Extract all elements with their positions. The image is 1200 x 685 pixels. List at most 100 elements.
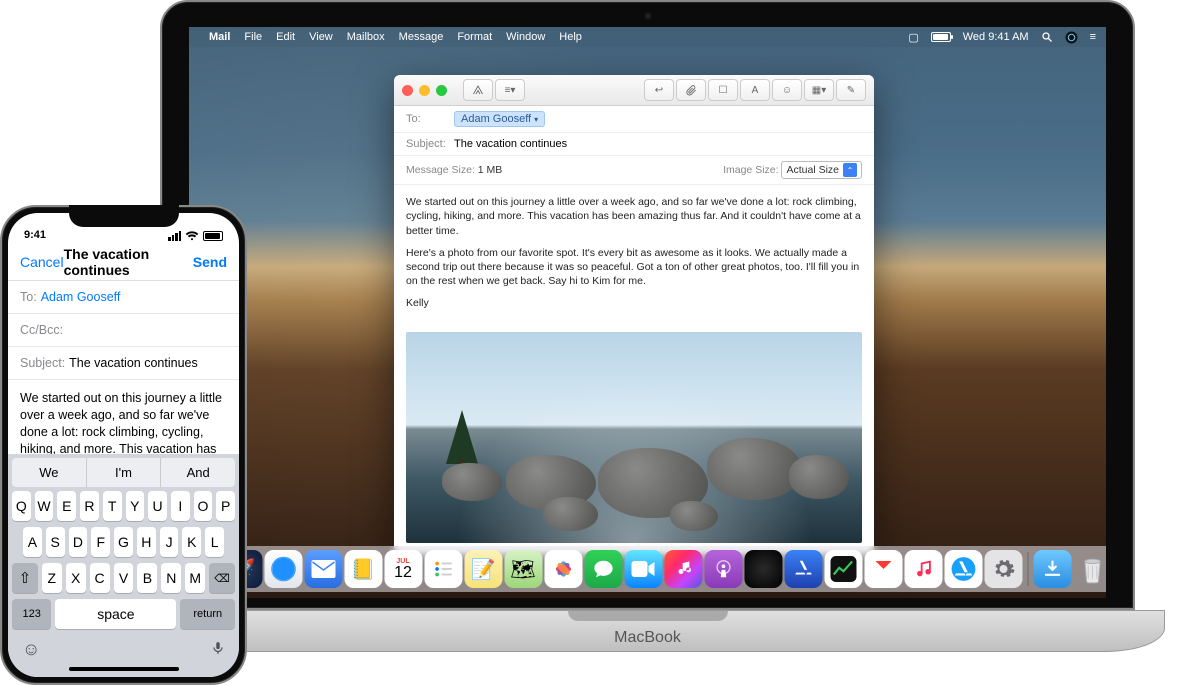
menubar-item[interactable]: Edit [276, 31, 295, 43]
key[interactable]: N [161, 563, 181, 593]
dock-reminders-icon[interactable] [424, 550, 462, 588]
dock-appstore2-icon[interactable] [944, 550, 982, 588]
key[interactable]: P [216, 491, 235, 521]
key[interactable]: I [171, 491, 190, 521]
key[interactable]: T [103, 491, 122, 521]
traffic-light-zoom[interactable] [436, 85, 447, 96]
suggestion[interactable]: We [12, 458, 86, 487]
dock-photos-icon[interactable] [544, 550, 582, 588]
emoji-icon[interactable]: ☺ [772, 79, 802, 101]
dock-notes-icon[interactable]: 📝 [464, 550, 502, 588]
dock-stocks-icon[interactable] [824, 550, 862, 588]
ccbcc-field[interactable]: Cc/Bcc: [8, 314, 239, 347]
dock-trash-icon[interactable] [1073, 550, 1106, 588]
dock-contacts-icon[interactable]: 📒 [344, 550, 382, 588]
key[interactable]: Y [126, 491, 145, 521]
key[interactable]: W [35, 491, 54, 521]
key[interactable]: F [91, 527, 110, 557]
font-icon[interactable]: A [740, 79, 770, 101]
shift-key[interactable]: ⇧ [12, 563, 38, 593]
to-field[interactable]: To: Adam Gooseff [8, 281, 239, 314]
key[interactable]: Z [42, 563, 62, 593]
dock-maps-icon[interactable]: 🗺 [504, 550, 542, 588]
to-recipient-pill[interactable]: Adam Gooseff [454, 111, 545, 127]
key[interactable]: Q [12, 491, 31, 521]
menubar-item[interactable]: Help [559, 31, 582, 43]
numeric-key[interactable]: 123 [12, 599, 51, 629]
key[interactable]: S [46, 527, 65, 557]
return-key[interactable]: return [180, 599, 235, 629]
suggestion[interactable]: And [161, 458, 235, 487]
key[interactable]: B [137, 563, 157, 593]
traffic-light-close[interactable] [402, 85, 413, 96]
key[interactable]: H [137, 527, 156, 557]
emoji-key-icon[interactable]: ☺ [22, 639, 40, 662]
dock-mail-icon[interactable] [304, 550, 342, 588]
reply-icon[interactable]: ↩ [644, 79, 674, 101]
photo-browser-icon[interactable]: ▦▾ [804, 79, 834, 101]
menubar-clock[interactable]: Wed 9:41 AM [963, 31, 1029, 43]
compose-titlebar[interactable]: ≡▾ ↩ ☐ A ☺ ▦▾ ✎ [394, 75, 874, 106]
dock-music-icon[interactable] [904, 550, 942, 588]
compose-body[interactable]: We started out on this journey a little … [8, 380, 239, 454]
dock-facetime-icon[interactable] [624, 550, 662, 588]
dock-calendar-icon[interactable]: JUL12 [384, 550, 422, 588]
key[interactable]: X [66, 563, 86, 593]
menubar-item[interactable]: File [244, 31, 262, 43]
subject-input[interactable] [454, 138, 862, 150]
format-icon[interactable]: ☐ [708, 79, 738, 101]
home-indicator[interactable] [69, 667, 179, 671]
subject-field-row[interactable]: Subject: [394, 133, 874, 156]
to-value[interactable]: Adam Gooseff [41, 290, 121, 304]
key[interactable]: L [205, 527, 224, 557]
key[interactable]: V [114, 563, 134, 593]
key[interactable]: J [160, 527, 179, 557]
key[interactable]: C [90, 563, 110, 593]
image-size-control[interactable]: Image Size: Actual Size⌃ [723, 161, 862, 179]
notification-center-icon[interactable]: ≡ [1090, 31, 1096, 43]
siri-icon[interactable] [1065, 31, 1078, 44]
dock-itunes-icon[interactable] [664, 550, 702, 588]
menubar-item[interactable]: Message [399, 31, 444, 43]
menubar-item[interactable]: View [309, 31, 333, 43]
key[interactable]: E [57, 491, 76, 521]
cancel-button[interactable]: Cancel [20, 254, 64, 270]
attach-icon[interactable] [676, 79, 706, 101]
space-key[interactable]: space [55, 599, 176, 629]
header-fields-button[interactable]: ≡▾ [495, 79, 525, 101]
dock-settings-icon[interactable] [984, 550, 1022, 588]
dock-news-icon[interactable] [864, 550, 902, 588]
markup-icon[interactable]: ✎ [836, 79, 866, 101]
dock-downloads-icon[interactable] [1033, 550, 1071, 588]
menubar-item[interactable]: Window [506, 31, 545, 43]
battery-icon[interactable] [931, 32, 951, 42]
key[interactable]: R [80, 491, 99, 521]
menubar-item[interactable]: Format [457, 31, 492, 43]
key[interactable]: A [23, 527, 42, 557]
key[interactable]: M [185, 563, 205, 593]
key[interactable]: D [69, 527, 88, 557]
subject-field[interactable]: Subject: The vacation continues [8, 347, 239, 380]
dock-tv-icon[interactable] [744, 550, 782, 588]
dock-appstore-icon[interactable] [784, 550, 822, 588]
menubar-item[interactable]: Mailbox [347, 31, 385, 43]
dock-safari-icon[interactable] [264, 550, 302, 588]
spotlight-icon[interactable] [1041, 31, 1053, 43]
airplay-icon[interactable]: ▢ [908, 31, 918, 44]
suggestion[interactable]: I'm [86, 458, 162, 487]
send-button[interactable] [463, 79, 493, 101]
key[interactable]: U [148, 491, 167, 521]
menubar-app-name[interactable]: Mail [209, 31, 230, 43]
compose-body[interactable]: We started out on this journey a little … [394, 185, 874, 328]
attached-photo[interactable] [406, 332, 862, 543]
backspace-key[interactable]: ⌫ [209, 563, 235, 593]
to-field-row[interactable]: To: Adam Gooseff [394, 106, 874, 133]
dock-messages-icon[interactable] [584, 550, 622, 588]
dock-podcasts-icon[interactable] [704, 550, 742, 588]
key[interactable]: K [182, 527, 201, 557]
key[interactable]: O [194, 491, 213, 521]
key[interactable]: G [114, 527, 133, 557]
traffic-light-minimize[interactable] [419, 85, 430, 96]
send-button[interactable]: Send [193, 254, 227, 270]
dictation-icon[interactable] [211, 639, 225, 662]
